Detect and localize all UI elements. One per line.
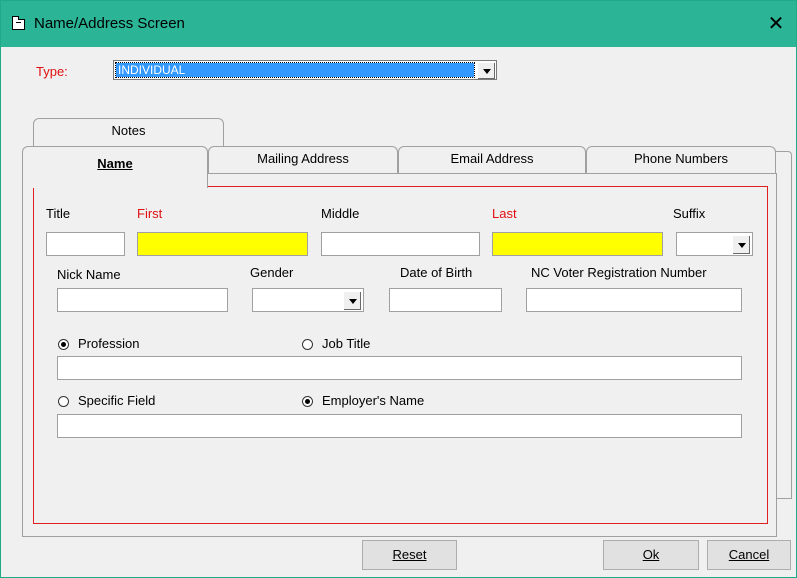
gender-label: Gender	[250, 265, 294, 280]
middle-name-label: Middle	[321, 206, 360, 221]
ok-button-label: Ok	[642, 547, 660, 562]
job-title-radio-label: Job Title	[322, 336, 371, 351]
tab-phone-numbers[interactable]: Phone Numbers	[586, 146, 776, 174]
name-fields-frame: Title First Middle Last Suffix Nick Name…	[33, 186, 768, 524]
reset-button[interactable]: Reset	[362, 540, 457, 570]
last-name-label: Last	[492, 206, 517, 221]
type-select[interactable]: INDIVIDUAL	[113, 60, 497, 80]
cancel-button-label: Cancel	[728, 547, 770, 562]
type-selected-value: INDIVIDUAL	[115, 62, 475, 78]
nick-name-input[interactable]	[57, 288, 228, 312]
date-of-birth-label: Date of Birth	[400, 265, 473, 280]
ok-button[interactable]: Ok	[603, 540, 699, 570]
tab-email-address-label: Email Address	[450, 151, 534, 166]
reset-button-label: Reset	[392, 547, 427, 562]
specific-field-radio[interactable]	[58, 396, 69, 407]
close-button[interactable]: ✕	[756, 1, 796, 47]
specific-field-radio-label: Specific Field	[78, 393, 156, 408]
window-title: Name/Address Screen	[34, 15, 185, 32]
tab-notes-label: Notes	[111, 123, 146, 138]
job-title-radio[interactable]	[302, 339, 313, 350]
tab-notes[interactable]: Notes	[33, 118, 224, 146]
type-dropdown-arrow-icon[interactable]	[477, 62, 495, 79]
profession-radio[interactable]	[58, 339, 69, 350]
cancel-button[interactable]: Cancel	[707, 540, 791, 570]
name-tab-panel: Title First Middle Last Suffix Nick Name…	[22, 173, 777, 537]
tab-name[interactable]: Name	[22, 146, 208, 188]
profession-input[interactable]	[57, 356, 742, 380]
voter-registration-input[interactable]	[526, 288, 742, 312]
gender-select[interactable]	[252, 288, 364, 312]
type-label: Type:	[36, 64, 68, 79]
tab-mailing-address-label: Mailing Address	[257, 151, 349, 166]
folder-icon	[12, 16, 25, 30]
name-address-window: Name/Address Screen ✕ Type: INDIVIDUAL N…	[0, 0, 797, 578]
title-input[interactable]	[46, 232, 125, 256]
first-name-input[interactable]	[137, 232, 308, 256]
suffix-label: Suffix	[673, 206, 706, 221]
title-bar: Name/Address Screen ✕	[1, 1, 796, 47]
tab-email-address[interactable]: Email Address	[398, 146, 586, 174]
profession-radio-label: Profession	[78, 336, 140, 351]
tab-stack-edge	[775, 151, 792, 499]
nick-name-label: Nick Name	[57, 267, 121, 282]
tab-mailing-address[interactable]: Mailing Address	[208, 146, 398, 174]
gender-dropdown-arrow-icon[interactable]	[343, 291, 361, 310]
first-name-label: First	[137, 206, 163, 221]
middle-name-input[interactable]	[321, 232, 480, 256]
date-of-birth-input[interactable]	[389, 288, 502, 312]
voter-registration-label: NC Voter Registration Number	[531, 265, 707, 280]
tab-phone-numbers-label: Phone Numbers	[634, 151, 728, 166]
employers-name-radio[interactable]	[302, 396, 313, 407]
suffix-dropdown-arrow-icon[interactable]	[732, 235, 750, 254]
tab-name-label: Name	[97, 156, 133, 171]
employer-input[interactable]	[57, 414, 742, 438]
suffix-select[interactable]	[676, 232, 753, 256]
last-name-input[interactable]	[492, 232, 663, 256]
employers-name-radio-label: Employer's Name	[322, 393, 425, 408]
title-label: Title	[46, 206, 71, 221]
